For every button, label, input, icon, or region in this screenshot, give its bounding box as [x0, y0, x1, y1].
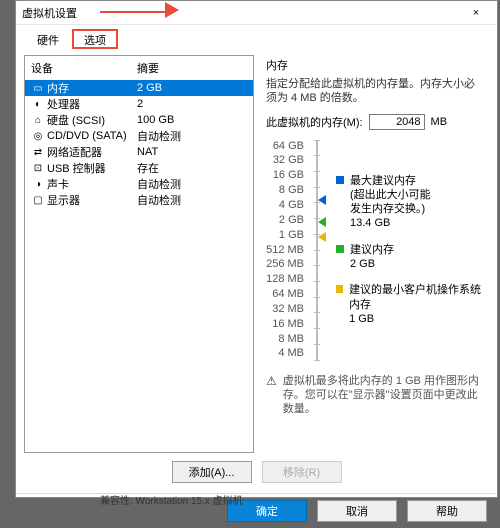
device-value: 100 GB — [137, 114, 174, 126]
legend-max-text: 最大建议内存 (超出此大小可能 发生内存交换。) 13.4 GB — [350, 174, 431, 231]
status-line: 兼容性: Workstation 15.x 虚拟机 — [100, 492, 243, 507]
device-icon: ▢ — [31, 195, 45, 206]
tick-label: 4 GB — [266, 199, 304, 211]
legend: 最大建议内存 (超出此大小可能 发生内存交换。) 13.4 GB 建议内存 2 … — [330, 140, 485, 360]
vm-settings-dialog: 虚拟机设置 × 硬件 选项 设备 摘要 ▭内存2 GB◐处理器2⌂硬盘 (SCS… — [15, 0, 498, 498]
memory-unit: MB — [431, 116, 448, 128]
tick-label: 16 GB — [266, 169, 304, 181]
device-list-pane: 设备 摘要 ▭内存2 GB◐处理器2⌂硬盘 (SCSI)100 GB◎CD/DV… — [24, 55, 254, 453]
slider-tick-marks — [314, 140, 320, 360]
tab-bar: 硬件 选项 — [16, 25, 497, 49]
device-name: USB 控制器 — [45, 160, 137, 176]
info-icon: ⚠ — [266, 374, 277, 417]
slider-track-wrap[interactable] — [310, 140, 324, 360]
device-value: 存在 — [137, 160, 159, 176]
device-row[interactable]: ▢显示器自动检测 — [25, 192, 253, 208]
legend-min: 建议的最小客户机操作系统内存 1 GB — [336, 283, 485, 326]
device-list: ▭内存2 GB◐处理器2⌂硬盘 (SCSI)100 GB◎CD/DVD (SAT… — [25, 80, 253, 208]
device-list-header: 设备 摘要 — [25, 56, 253, 78]
slider-ticks: 64 GB 32 GB 16 GB 8 GB 4 GB 2 GB 1 GB 512 MB 256… — [266, 140, 304, 360]
device-name: 显示器 — [45, 192, 137, 208]
device-row[interactable]: ⊡USB 控制器存在 — [25, 160, 253, 176]
tick-label: 8 MB — [266, 333, 304, 345]
device-row[interactable]: ⇄网络适配器NAT — [25, 144, 253, 160]
device-name: CD/DVD (SATA) — [45, 130, 137, 142]
tick-label: 64 MB — [266, 288, 304, 300]
memory-input[interactable] — [369, 114, 425, 130]
cancel-button[interactable]: 取消 — [317, 500, 397, 522]
section-title: 内存 — [266, 57, 485, 73]
device-name: 声卡 — [45, 176, 137, 192]
help-button[interactable]: 帮助 — [407, 500, 487, 522]
annotation-arrow — [165, 2, 179, 18]
device-value: 2 GB — [137, 82, 162, 94]
marker-min — [318, 232, 326, 242]
window-title: 虚拟机设置 — [22, 5, 461, 21]
dialog-footer: 确定 取消 帮助 — [16, 493, 497, 528]
marker-max — [318, 195, 326, 205]
tab-hardware[interactable]: 硬件 — [24, 29, 72, 49]
remove-button: 移除(R) — [262, 461, 342, 483]
device-name: 硬盘 (SCSI) — [45, 112, 137, 128]
col-summary: 摘要 — [137, 60, 159, 76]
tick-label: 1 GB — [266, 229, 304, 241]
graphics-note-text: 虚拟机最多将此内存的 1 GB 用作图形内存。您可以在"显示器"设置页面中更改此… — [283, 374, 485, 417]
annotation-line — [100, 11, 168, 13]
legend-swatch-blue — [336, 176, 344, 184]
tick-label: 64 GB — [266, 140, 304, 152]
device-icon: ⌂ — [31, 115, 45, 126]
device-value: 自动检测 — [137, 192, 181, 208]
legend-rec-text: 建议内存 2 GB — [350, 243, 394, 272]
legend-swatch-yellow — [336, 285, 343, 293]
tick-label: 512 MB — [266, 244, 304, 256]
tick-label: 8 GB — [266, 184, 304, 196]
memory-input-row: 此虚拟机的内存(M): MB — [266, 114, 485, 130]
memory-pane: 内存 指定分配给此虚拟机的内存量。内存大小必须为 4 MB 的倍数。 此虚拟机的… — [262, 55, 489, 453]
device-value: 自动检测 — [137, 176, 181, 192]
memory-slider-area: 64 GB 32 GB 16 GB 8 GB 4 GB 2 GB 1 GB 512 MB 256… — [266, 140, 485, 360]
tick-label: 128 MB — [266, 273, 304, 285]
tick-label: 32 MB — [266, 303, 304, 315]
device-icon: ⇄ — [31, 147, 45, 158]
memory-label: 此虚拟机的内存(M): — [266, 114, 363, 130]
device-name: 内存 — [45, 80, 137, 96]
device-icon: ◐ — [31, 99, 45, 110]
legend-max: 最大建议内存 (超出此大小可能 发生内存交换。) 13.4 GB — [336, 174, 485, 231]
device-row[interactable]: ◑声卡自动检测 — [25, 176, 253, 192]
legend-min-text: 建议的最小客户机操作系统内存 1 GB — [349, 283, 485, 326]
device-icon: ⊡ — [31, 163, 45, 174]
device-value: 2 — [137, 98, 143, 110]
legend-rec: 建议内存 2 GB — [336, 243, 485, 272]
tick-label: 4 MB — [266, 347, 304, 359]
close-icon[interactable]: × — [461, 7, 491, 19]
device-name: 处理器 — [45, 96, 137, 112]
legend-swatch-green — [336, 245, 344, 253]
device-buttons: 添加(A)... 移除(R) — [16, 459, 497, 493]
tick-label: 32 GB — [266, 154, 304, 166]
col-device: 设备 — [31, 60, 137, 76]
titlebar: 虚拟机设置 × — [16, 1, 497, 25]
add-button[interactable]: 添加(A)... — [172, 461, 252, 483]
tab-options[interactable]: 选项 — [72, 29, 118, 49]
device-row[interactable]: ◎CD/DVD (SATA)自动检测 — [25, 128, 253, 144]
device-icon: ◑ — [31, 179, 45, 190]
tick-label: 256 MB — [266, 258, 304, 270]
tick-label: 16 MB — [266, 318, 304, 330]
tick-label: 2 GB — [266, 214, 304, 226]
device-value: NAT — [137, 146, 158, 158]
device-icon: ◎ — [31, 131, 45, 142]
device-icon: ▭ — [31, 83, 45, 94]
device-value: 自动检测 — [137, 128, 181, 144]
device-name: 网络适配器 — [45, 144, 137, 160]
graphics-note: ⚠ 虚拟机最多将此内存的 1 GB 用作图形内存。您可以在"显示器"设置页面中更… — [266, 374, 485, 417]
device-row[interactable]: ⌂硬盘 (SCSI)100 GB — [25, 112, 253, 128]
device-row[interactable]: ◐处理器2 — [25, 96, 253, 112]
memory-desc: 指定分配给此虚拟机的内存量。内存大小必须为 4 MB 的倍数。 — [266, 77, 485, 106]
marker-recommended — [318, 217, 326, 227]
device-row[interactable]: ▭内存2 GB — [25, 80, 253, 96]
